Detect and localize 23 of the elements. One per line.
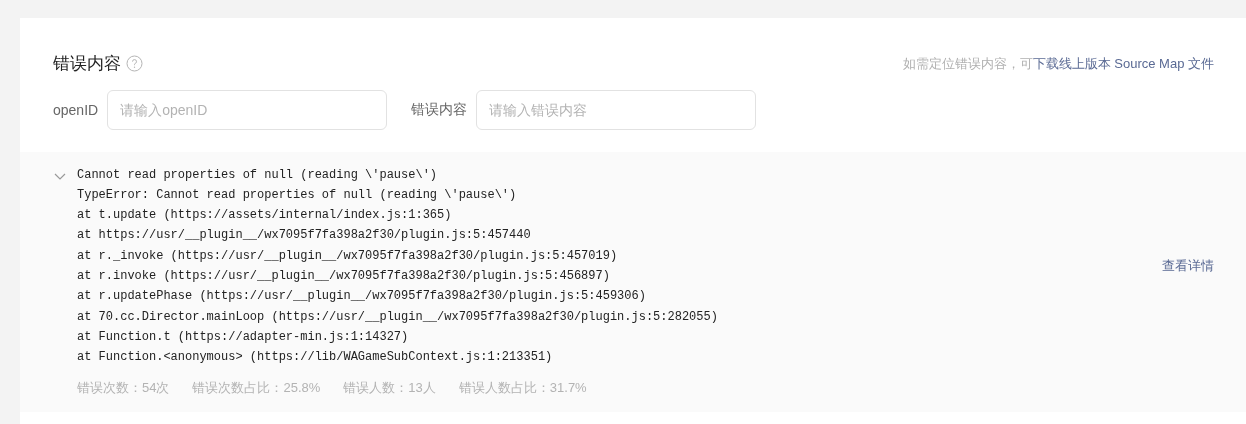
stack-line: at r.updatePhase (https://usr/__plugin__/wx7095f7fa398a2f30/plugin.js:5:459306) xyxy=(77,288,646,306)
stack-line: at Function.<anonymous> (https://lib/WAGameSubContext.js:1:213351) xyxy=(77,349,553,367)
error-stat: 错误次数：54次 xyxy=(77,379,170,398)
error-stat: 错误次数占比：25.8% xyxy=(192,379,321,398)
stack-line: at r.invoke (https://usr/__plugin__/wx7095f7fa398a2f30/plugin.js:5:456897) xyxy=(77,268,610,285)
stack-line: TypeError: Cannot read properties of null (reading \'pause\') xyxy=(77,186,517,204)
section-title: 错误内容 xyxy=(53,53,121,75)
error-stat: 错误人数：13人 xyxy=(343,379,436,398)
filter-input[interactable]: 请输入openID xyxy=(107,90,388,130)
stack-line: at 70.cc.Director.mainLoop (https://usr/__plugin__/wx7095f7fa398a2f30/plugin.js:5:282055) xyxy=(77,308,718,326)
stack-line: at r._invoke (https://usr/__plugin__/wx7095f7fa398a2f30/plugin.js:5:457019) xyxy=(77,247,618,265)
stack-line: at Function.t (https://adapter-min.js:1:14327) xyxy=(77,328,409,346)
error-stat: 错误人数占比：31.7% xyxy=(458,379,587,398)
error-message: Cannot read properties of null (reading \'pause\') xyxy=(77,166,438,184)
filter-label: openID xyxy=(53,102,99,118)
filter-label: 错误内容 xyxy=(411,101,468,119)
view-details-link[interactable]: 查看详情 xyxy=(1162,257,1214,275)
filter-input[interactable]: 请输入错误内容 xyxy=(476,90,757,130)
source-map-hint: 如需定位错误内容，可下载线上版本 Source Map 文件 xyxy=(902,54,1214,73)
help-icon[interactable] xyxy=(126,55,143,72)
stack-line: at https://usr/__plugin__/wx7095f7fa398a2f30/plugin.js:5:457440 xyxy=(77,227,531,245)
stack-line: at t.update (https://assets/internal/index.js:1:365) xyxy=(77,207,452,225)
download-link[interactable]: 下载线上版本 Source Map 文件 xyxy=(1032,55,1214,71)
